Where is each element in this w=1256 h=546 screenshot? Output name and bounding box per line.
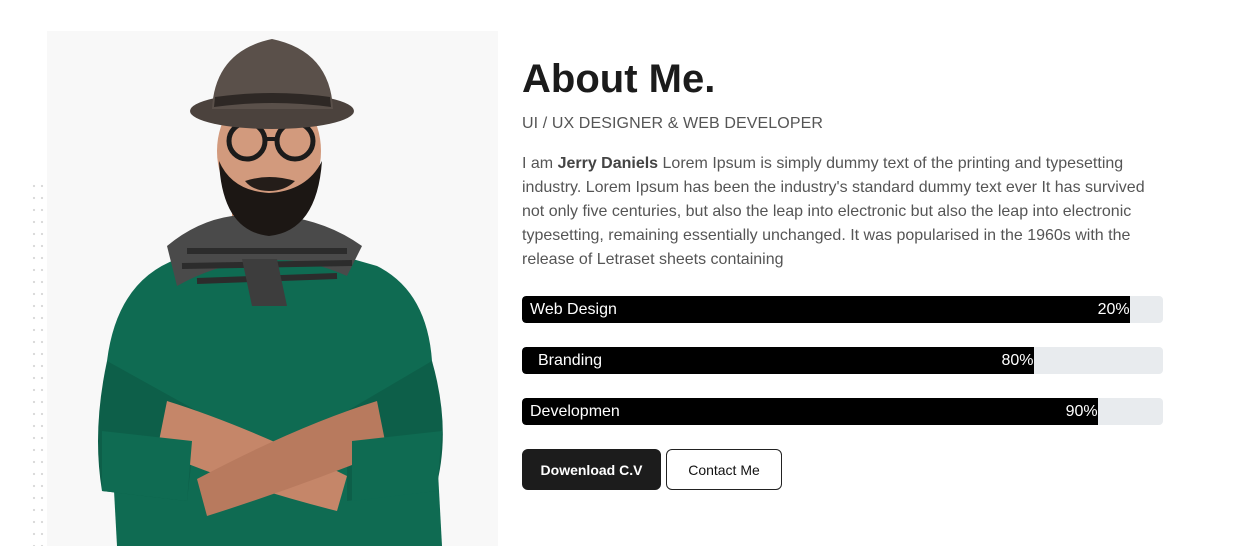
bio-paragraph: I am Jerry Daniels Lorem Ipsum is simply… — [522, 152, 1162, 272]
skill-label: Developmen — [530, 403, 620, 420]
bio-name: Jerry Daniels — [557, 155, 659, 172]
skill-percent: 80% — [1001, 352, 1034, 369]
skills-list: Web Design 20% Branding 80% Developmen 9… — [522, 296, 1163, 425]
page-title: About Me. — [522, 57, 716, 101]
skill-percent: 90% — [1065, 403, 1098, 420]
job-title: UI / UX DESIGNER & WEB DEVELOPER — [522, 115, 824, 132]
download-cv-button[interactable]: Dowenload C.V — [522, 449, 661, 490]
skill-bar-development: Developmen 90% — [522, 398, 1163, 425]
action-buttons: Dowenload C.V Contact Me — [522, 449, 1182, 490]
skill-bar-web-design: Web Design 20% — [522, 296, 1163, 323]
contact-me-button[interactable]: Contact Me — [666, 449, 782, 490]
skill-label: Web Design — [530, 301, 617, 318]
about-section: About Me. UI / UX DESIGNER & WEB DEVELOP… — [522, 56, 1182, 490]
skill-bar-branding: Branding 80% — [522, 347, 1163, 374]
skill-label: Branding — [538, 352, 603, 369]
profile-photo — [47, 31, 498, 546]
bio-prefix: I am — [522, 155, 558, 172]
skill-percent: 20% — [1097, 301, 1130, 318]
